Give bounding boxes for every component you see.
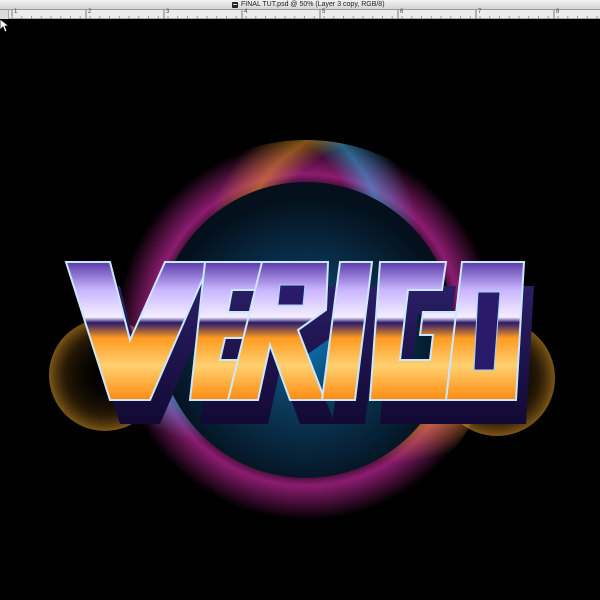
ruler-number: 5: [322, 9, 326, 15]
close-icon[interactable]: [232, 2, 238, 8]
ruler-number: 6: [400, 9, 404, 15]
vertigo-artwork: [49, 140, 555, 520]
ruler-number: 1: [14, 9, 18, 15]
logo-r-counter: [277, 284, 306, 306]
ruler-number: 7: [478, 9, 482, 15]
document-canvas[interactable]: [0, 19, 600, 600]
ruler-number: 8: [556, 9, 560, 15]
ruler-number: 2: [88, 9, 92, 15]
ruler-number: 3: [166, 9, 170, 15]
window-title: FINAL TUT.psd @ 50% (Layer 3 copy, RGB/8…: [241, 1, 385, 8]
ruler-number: 4: [244, 9, 248, 15]
arrow-cursor-icon: [0, 19, 10, 33]
horizontal-ruler[interactable]: 1 2 3 4 5 6 7 8: [0, 9, 600, 19]
